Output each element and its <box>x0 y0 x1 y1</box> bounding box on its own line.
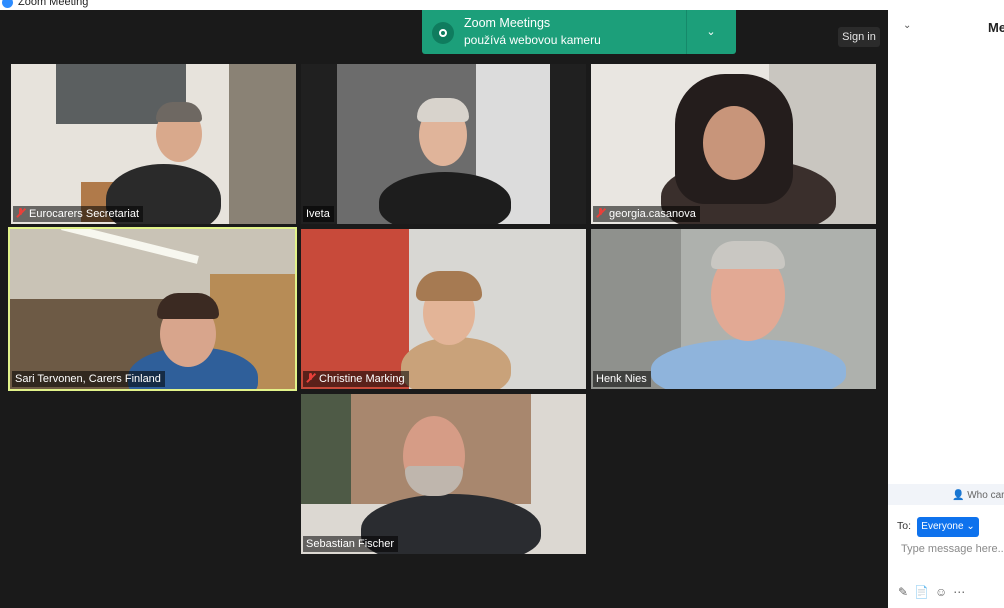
person-hair <box>416 271 482 301</box>
participant-name-label: Sari Tervonen, Carers Finland <box>12 371 165 387</box>
participant-name: Sari Tervonen, Carers Finland <box>15 373 161 385</box>
video-tile-christine[interactable]: Christine Marking <box>301 229 586 389</box>
person-hair <box>711 241 785 269</box>
file-icon[interactable]: 📄 <box>914 585 935 599</box>
chat-panel: ⌄ Me 👤 Who car To: Everyone ⌄ Type messa… <box>888 10 1004 608</box>
participant-name: Eurocarers Secretariat <box>29 208 140 220</box>
video-gallery: Zoom Meetings používá webovou kameru ⌄ S… <box>0 10 888 608</box>
recipient-dropdown[interactable]: Everyone ⌄ <box>917 517 979 537</box>
person-hair <box>417 98 469 122</box>
participant-name: Henk Nies <box>596 373 647 385</box>
window-titlebar: Zoom Meeting <box>0 0 1004 10</box>
message-input[interactable]: Type message here... <box>901 543 1004 555</box>
person-body <box>401 337 511 389</box>
camera-in-use-notification[interactable]: Zoom Meetings používá webovou kameru ⌄ <box>422 10 736 54</box>
person-hair <box>157 293 219 319</box>
video-tile-sebastian[interactable]: Sebastian Fischer <box>301 394 586 554</box>
participant-name: Iveta <box>306 208 330 220</box>
webcam-icon <box>432 22 454 44</box>
participant-name-label: Iveta <box>303 206 334 222</box>
plant <box>301 394 351 504</box>
participant-name: Sebastian Fischer <box>306 538 395 550</box>
chevron-down-icon[interactable]: ⌄ <box>698 22 724 42</box>
recipient-label: Everyone <box>921 521 964 532</box>
video-tile-iveta[interactable]: Iveta <box>301 64 586 224</box>
notification-divider <box>686 10 687 54</box>
poster <box>301 229 409 389</box>
video-tile-henk[interactable]: Henk Nies <box>591 229 876 389</box>
participant-name-label: georgia.casanova <box>593 206 700 222</box>
sign-in-button[interactable]: Sign in <box>838 27 880 47</box>
muted-mic-icon <box>16 208 25 218</box>
muted-mic-icon <box>306 373 315 383</box>
chevron-down-icon[interactable]: ⌄ <box>903 20 911 31</box>
format-icon[interactable]: ✎ <box>898 585 914 599</box>
person-face <box>703 106 765 180</box>
video-tile-georgia[interactable]: georgia.casanova <box>591 64 876 224</box>
who-can-see-link[interactable]: 👤 Who car <box>952 490 1004 501</box>
participant-name: georgia.casanova <box>609 208 696 220</box>
chat-title: Me <box>988 20 1004 35</box>
window-title: Zoom Meeting <box>18 0 89 8</box>
chevron-down-icon: ⌄ <box>966 521 975 532</box>
video-tile-eurocarers[interactable]: Eurocarers Secretariat <box>11 64 296 224</box>
zoom-logo-icon <box>2 0 13 8</box>
more-icon[interactable]: ⋯ <box>953 585 971 599</box>
notification-message: používá webovou kameru <box>464 33 601 47</box>
to-label: To: <box>897 520 912 532</box>
participant-name: Christine Marking <box>319 373 405 385</box>
person-hair <box>156 102 202 122</box>
emoji-icon[interactable]: ☺ <box>935 585 953 599</box>
person-body <box>379 172 511 224</box>
participant-name-label: Eurocarers Secretariat <box>13 206 144 222</box>
participant-name-label: Christine Marking <box>303 371 409 387</box>
chat-toolbar: ✎📄☺⋯ <box>898 585 971 599</box>
video-tile-sari[interactable]: Sari Tervonen, Carers Finland <box>8 227 297 391</box>
who-can-see-text: Who car <box>967 490 1004 501</box>
participant-name-label: Sebastian Fischer <box>303 536 399 552</box>
notification-app: Zoom Meetings <box>464 16 551 30</box>
muted-mic-icon <box>596 208 605 218</box>
participant-name-label: Henk Nies <box>593 371 651 387</box>
person-icon: 👤 <box>952 490 965 501</box>
door <box>229 64 296 224</box>
